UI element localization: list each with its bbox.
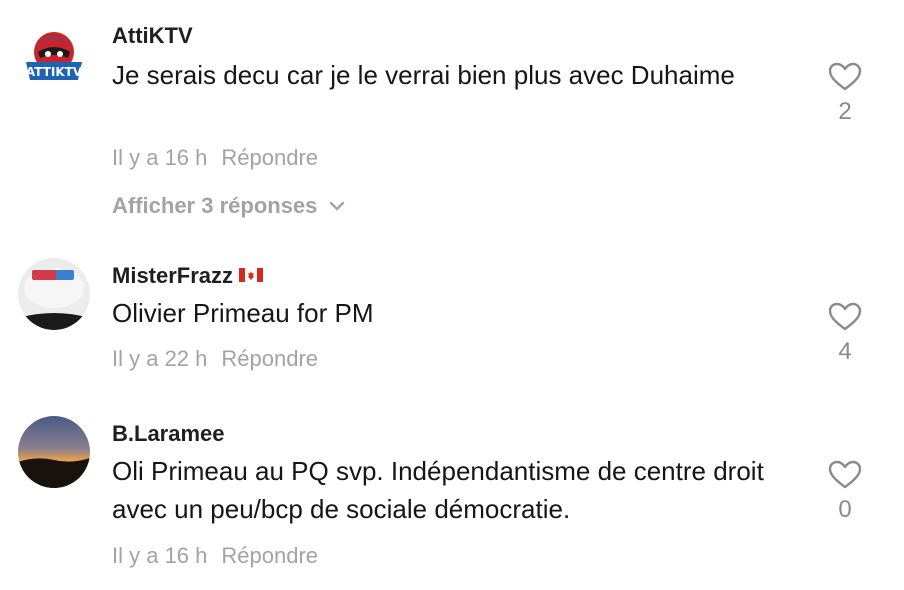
comment-username[interactable]: MisterFrazz — [112, 262, 264, 290]
comment-timestamp: Il y a 16 h — [112, 543, 208, 568]
comment-meta: Il y a 16 h Répondre — [112, 144, 318, 172]
avatar-logo-image: ATTIKTV — [18, 22, 90, 94]
like-button[interactable]: 0 — [826, 460, 864, 524]
like-count: 4 — [838, 338, 852, 365]
avatar-logo-text: ATTIKTV — [26, 65, 83, 79]
view-replies-button[interactable]: Afficher 3 réponses — [112, 192, 345, 220]
like-button[interactable]: 2 — [826, 62, 864, 126]
reply-button[interactable]: Répondre — [221, 543, 318, 568]
heart-icon — [828, 460, 862, 489]
comment-meta: Il y a 16 h Répondre — [112, 542, 318, 570]
avatar[interactable] — [18, 416, 90, 488]
avatar[interactable] — [18, 258, 90, 330]
comment-timestamp: Il y a 22 h — [112, 346, 208, 371]
avatar-sunset-image — [18, 416, 90, 488]
like-count: 0 — [838, 496, 852, 523]
comment-meta: Il y a 22 h Répondre — [112, 345, 318, 373]
username-label: MisterFrazz — [112, 263, 234, 288]
like-button[interactable]: 4 — [826, 302, 864, 366]
reply-button[interactable]: Répondre — [221, 346, 318, 371]
comment-username[interactable]: B.Laramee — [112, 420, 225, 448]
heart-icon — [828, 302, 862, 331]
comment-username[interactable]: AttiKTV — [112, 22, 193, 50]
comment-text: Oli Primeau au PQ svp. Indépendantisme d… — [112, 456, 764, 524]
like-count: 2 — [838, 98, 852, 125]
view-replies-label: Afficher 3 réponses — [112, 193, 318, 218]
comment-text: Olivier Primeau for PM — [112, 298, 374, 328]
reply-button[interactable]: Répondre — [221, 145, 318, 170]
avatar[interactable]: ATTIKTV — [18, 22, 90, 94]
comment-text: Je serais decu car je le verrai bien plu… — [112, 60, 735, 90]
heart-icon — [828, 62, 862, 91]
avatar-image — [18, 258, 90, 330]
canada-flag-icon — [239, 268, 264, 283]
comment-timestamp: Il y a 16 h — [112, 145, 208, 170]
chevron-down-icon — [330, 201, 345, 211]
